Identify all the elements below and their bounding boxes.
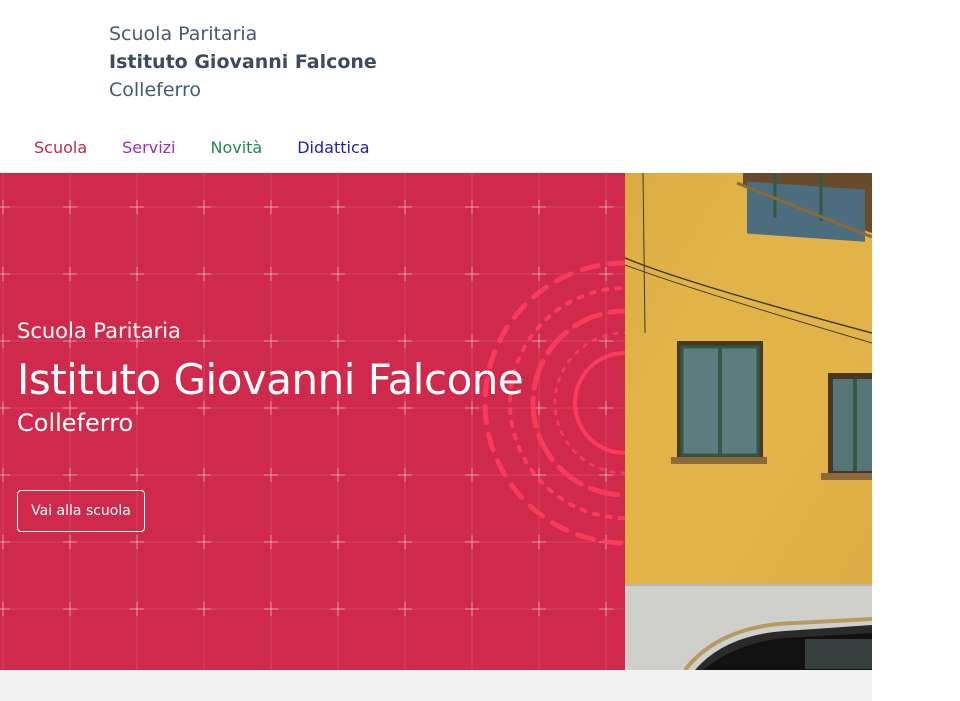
brand-city: Colleferro: [109, 79, 202, 101]
hero-banner: Scuola Paritaria Istituto Giovanni Falco…: [0, 173, 872, 670]
hero-title: Istituto Giovanni Falcone: [17, 355, 524, 404]
nav-item-scuola[interactable]: Scuola: [34, 136, 87, 162]
hero-subtitle: Scuola Paritaria: [17, 319, 181, 343]
brand-line-school-type: Scuola Paritaria: [109, 23, 258, 45]
hero-city: Colleferro: [17, 409, 134, 437]
page-section-divider: [0, 670, 872, 701]
hero-heading-group: Scuola Paritaria Istituto Giovanni Falco…: [17, 316, 524, 438]
main-nav: Scuola Servizi Novità Didattica: [34, 136, 405, 162]
hero-panel: Scuola Paritaria Istituto Giovanni Falco…: [0, 173, 625, 670]
brand-name: Istituto Giovanni Falcone: [109, 51, 377, 73]
nav-item-novita[interactable]: Novità: [210, 136, 262, 162]
nav-item-servizi[interactable]: Servizi: [122, 136, 175, 162]
nav-item-didattica[interactable]: Didattica: [297, 136, 369, 162]
school-building-image: [625, 173, 872, 670]
hero-school-photo: [625, 173, 872, 670]
site-brand[interactable]: Scuola Paritaria Istituto Giovanni Falco…: [109, 20, 377, 104]
go-to-school-button[interactable]: Vai alla scuola: [17, 490, 145, 532]
